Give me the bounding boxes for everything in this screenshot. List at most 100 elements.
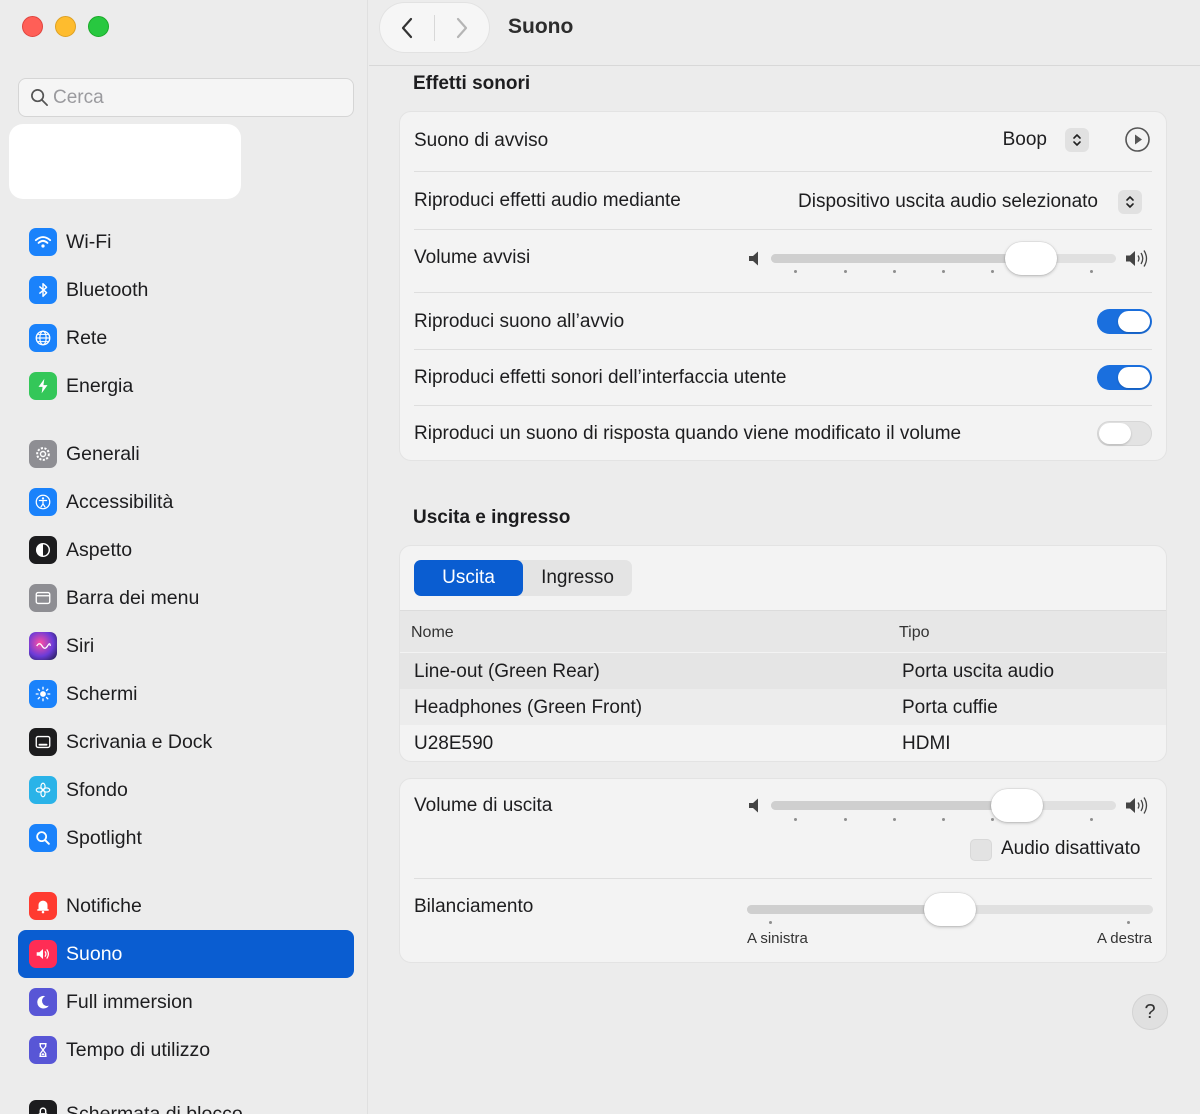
- search-icon: [29, 824, 57, 852]
- sidebar-item-label: Energia: [66, 374, 134, 397]
- divider: [414, 171, 1152, 172]
- divider: [414, 349, 1152, 350]
- divider: [414, 878, 1152, 879]
- sidebar-item-accessibilita[interactable]: Accessibilità: [18, 478, 354, 526]
- sidebar-item-tempo-utilizzo[interactable]: Tempo di utilizzo: [18, 1026, 354, 1074]
- search-field[interactable]: [18, 78, 354, 117]
- search-input[interactable]: [53, 86, 333, 109]
- play-sound-button[interactable]: [1124, 126, 1151, 153]
- appearance-icon: [29, 536, 57, 564]
- divider: [414, 229, 1152, 230]
- sidebar-item-aspetto[interactable]: Aspetto: [18, 526, 354, 574]
- bluetooth-icon: [29, 276, 57, 304]
- zoom-window-button[interactable]: [88, 16, 109, 37]
- sidebar-item-notifiche[interactable]: Notifiche: [18, 882, 354, 930]
- output-volume-slider[interactable]: [771, 801, 1116, 810]
- flower-icon: [29, 776, 57, 804]
- menubar-icon: [29, 584, 57, 612]
- tab-ingresso[interactable]: Ingresso: [523, 560, 632, 596]
- wifi-icon: [29, 228, 57, 256]
- moon-icon: [29, 988, 57, 1016]
- slider-tick: [991, 270, 994, 273]
- slider-tick: [1090, 818, 1093, 821]
- back-button[interactable]: [380, 3, 434, 52]
- table-row[interactable]: U28E590 HDMI: [400, 725, 1166, 761]
- page-title: Suono: [508, 15, 574, 38]
- sidebar-item-barra-menu[interactable]: Barra dei menu: [18, 574, 354, 622]
- column-header-name[interactable]: Nome: [411, 624, 454, 642]
- alert-volume-label: Volume avvisi: [414, 247, 531, 268]
- startup-sound-row: Riproduci suono all’avvio: [414, 307, 1152, 337]
- sidebar-item-scrivania-dock[interactable]: Scrivania e Dock: [18, 718, 354, 766]
- play-via-popup[interactable]: Dispositivo uscita audio selezionato: [798, 187, 1142, 217]
- sidebar-item-generali[interactable]: Generali: [18, 430, 354, 478]
- hourglass-icon: [29, 1036, 57, 1064]
- account-card[interactable]: [9, 124, 241, 199]
- device-type: Porta cuffie: [902, 697, 998, 718]
- main-pane: Suono Effetti sonori Suono di avviso Boo…: [369, 0, 1200, 1114]
- mute-checkbox[interactable]: [970, 839, 992, 861]
- output-group: Volume di uscita Audio disattivato Bilan…: [399, 778, 1167, 963]
- divider: [414, 292, 1152, 293]
- play-icon: [1125, 127, 1150, 152]
- sidebar-item-spotlight[interactable]: Spotlight: [18, 814, 354, 862]
- slider-tick: [794, 818, 797, 821]
- sidebar-item-energia[interactable]: Energia: [18, 362, 354, 410]
- sidebar-item-label: Notifiche: [66, 894, 142, 917]
- ui-sounds-row: Riproduci effetti sonori dell’interfacci…: [414, 363, 1152, 393]
- sidebar-item-label: Suono: [66, 942, 123, 965]
- bolt-icon: [29, 372, 57, 400]
- slider-fill: [771, 254, 1032, 263]
- slider-tick: [942, 818, 945, 821]
- slider-tick: [991, 818, 994, 821]
- slider-tick: [942, 270, 945, 273]
- sidebar-item-suono[interactable]: Suono: [18, 930, 354, 978]
- sidebar-item-label: Wi-Fi: [66, 230, 112, 253]
- tab-uscita[interactable]: Uscita: [414, 560, 523, 596]
- sidebar-item-label: Schermi: [66, 682, 138, 705]
- close-window-button[interactable]: [22, 16, 43, 37]
- sidebar-item-label: Siri: [66, 634, 95, 657]
- balance-knob[interactable]: [924, 893, 976, 926]
- ui-sounds-toggle[interactable]: [1097, 365, 1152, 390]
- column-header-type[interactable]: Tipo: [899, 624, 930, 642]
- sidebar-group-network: Wi-Fi Bluetooth Rete Energia: [18, 218, 354, 410]
- alert-volume-knob[interactable]: [1005, 242, 1058, 275]
- output-volume-label: Volume di uscita: [414, 795, 553, 816]
- volume-feedback-row: Riproduci un suono di risposta quando vi…: [414, 419, 1152, 449]
- device-name: Headphones (Green Front): [414, 697, 643, 718]
- alert-volume-slider[interactable]: [771, 254, 1116, 263]
- sidebar-item-bluetooth[interactable]: Bluetooth: [18, 266, 354, 314]
- toggle-knob: [1099, 423, 1131, 444]
- slider-tick: [1090, 270, 1093, 273]
- sidebar: Wi-Fi Bluetooth Rete Energia Gener: [0, 0, 368, 1114]
- sidebar-item-full-immersion[interactable]: Full immersion: [18, 978, 354, 1026]
- sidebar-item-schermata-blocco[interactable]: Schermata di blocco: [18, 1092, 354, 1114]
- ui-sounds-label: Riproduci effetti sonori dell’interfacci…: [414, 367, 787, 388]
- mute-label[interactable]: Audio disattivato: [1001, 838, 1140, 860]
- volume-feedback-toggle[interactable]: [1097, 421, 1152, 446]
- table-row[interactable]: Line-out (Green Rear) Porta uscita audio: [400, 653, 1166, 689]
- sidebar-item-label: Accessibilità: [66, 490, 174, 513]
- toggle-knob: [1118, 311, 1150, 332]
- balance-label: Bilanciamento: [414, 896, 534, 917]
- sidebar-item-schermi[interactable]: Schermi: [18, 670, 354, 718]
- minimize-window-button[interactable]: [55, 16, 76, 37]
- sidebar-item-siri[interactable]: Siri: [18, 622, 354, 670]
- help-button[interactable]: ?: [1132, 994, 1168, 1030]
- slider-tick: [844, 818, 847, 821]
- forward-button[interactable]: [435, 3, 489, 52]
- slider-tick: [1127, 921, 1130, 924]
- sidebar-item-label: Full immersion: [66, 990, 193, 1013]
- sidebar-item-sfondo[interactable]: Sfondo: [18, 766, 354, 814]
- startup-sound-toggle[interactable]: [1097, 309, 1152, 334]
- output-volume-knob[interactable]: [990, 789, 1043, 822]
- sidebar-item-rete[interactable]: Rete: [18, 314, 354, 362]
- play-via-value: Dispositivo uscita audio selezionato: [798, 191, 1098, 212]
- sidebar-item-wifi[interactable]: Wi-Fi: [18, 218, 354, 266]
- sidebar-item-label: Generali: [66, 442, 140, 465]
- table-row[interactable]: Headphones (Green Front) Porta cuffie: [400, 689, 1166, 725]
- alert-sound-value: Boop: [1002, 129, 1047, 150]
- slider-tick: [893, 270, 896, 273]
- alert-sound-popup[interactable]: Boop: [1003, 125, 1089, 155]
